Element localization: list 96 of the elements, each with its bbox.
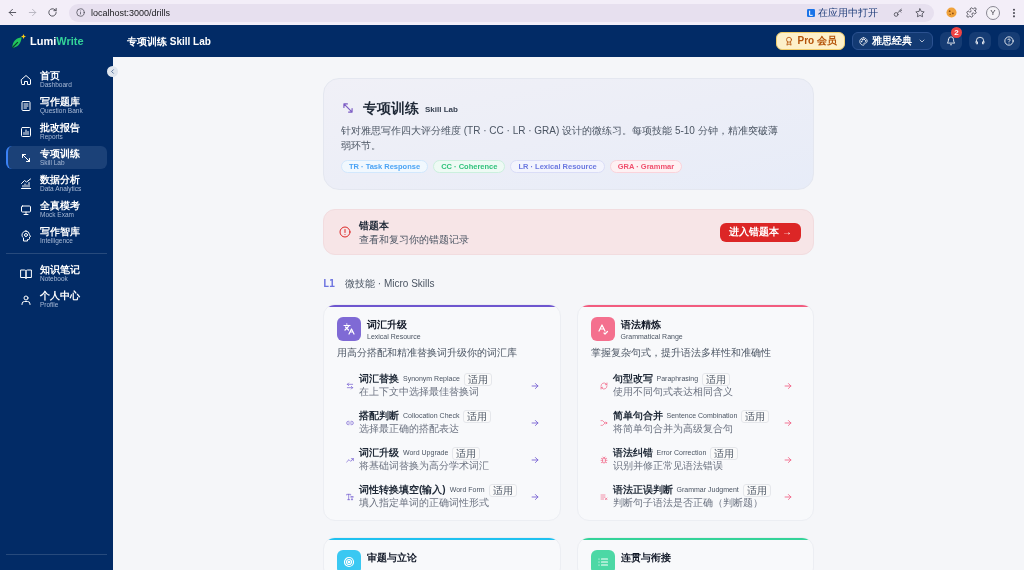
- logo-text: LumiWrite: [30, 34, 84, 48]
- open-mistake-book-button[interactable]: 进入错题本 →: [720, 222, 801, 242]
- drill-title: 语法纠错: [612, 447, 653, 459]
- mistake-book-description: 查看和复习你的错题记录: [359, 232, 469, 246]
- line-chart-icon: [20, 177, 32, 190]
- applicability-tag: 适用: [710, 446, 739, 460]
- bug-icon: [599, 455, 608, 464]
- url-text: localhost:3000/drills: [91, 6, 171, 19]
- cookie-icon[interactable]: [946, 7, 957, 18]
- drill-title: 语法正误判断: [612, 484, 673, 496]
- applicability-tag: 适用: [452, 446, 481, 460]
- profile-avatar[interactable]: Y: [986, 5, 1000, 20]
- list-cross-icon: [599, 492, 608, 501]
- applicability-tag: 适用: [463, 372, 492, 386]
- head-icon: [20, 229, 32, 242]
- help-icon: [1004, 36, 1014, 46]
- translate-icon: [337, 317, 361, 341]
- merge-arrows-icon: [599, 418, 608, 427]
- pro-member-button[interactable]: Pro 会员: [775, 32, 845, 50]
- applicability-tag: 适用: [488, 483, 517, 497]
- diagonal-arrows-icon: [341, 101, 355, 115]
- link-icon: [346, 418, 354, 427]
- star-icon[interactable]: [915, 7, 925, 18]
- arrow-right-icon[interactable]: [529, 380, 540, 391]
- app-icon: [807, 8, 815, 17]
- refresh-icon: [599, 381, 608, 390]
- hero-description: 针对雅思写作四大评分维度 (TR · CC · LR · GRA) 设计的微练习。每项技能 5-10 分钟，精准突破薄弱环节。: [341, 124, 779, 153]
- key-icon[interactable]: [893, 7, 903, 18]
- address-bar[interactable]: localhost:3000/drills 在应用中打开: [69, 3, 934, 22]
- bell-icon: [946, 36, 956, 46]
- open-in-app-button[interactable]: 在应用中打开: [804, 5, 881, 20]
- info-icon[interactable]: [76, 8, 85, 17]
- applicability-tag: 适用: [741, 409, 770, 423]
- drill-description: 将简单句合并为高级复合句: [612, 423, 734, 435]
- collapse-button[interactable]: [107, 66, 118, 77]
- drill-title: 词性转换填空(输入): [359, 484, 446, 496]
- headset-icon: [975, 36, 985, 46]
- drill-title: 搭配判断: [359, 410, 399, 422]
- drill-description: 判断句子语法是否正确（判断题）: [612, 497, 764, 509]
- arrow-right-icon[interactable]: [529, 454, 540, 465]
- text-size-icon: [346, 492, 354, 501]
- hero-title: 专项训练: [363, 99, 419, 117]
- reload-icon[interactable]: [47, 7, 58, 18]
- notifications-button[interactable]: [940, 32, 962, 50]
- monitor-icon: [20, 203, 32, 216]
- drill-description: 在上下文中选择最佳替换词: [359, 386, 480, 398]
- swap-arrows-icon: [346, 381, 354, 390]
- trending-up-icon: [346, 455, 354, 464]
- drill-title: 简单句合并: [612, 410, 663, 422]
- applicability-tag: 适用: [702, 372, 731, 386]
- palette-icon: [859, 36, 868, 46]
- card-description: 掌握复杂句式，提升语法多样性和准确性: [590, 347, 772, 359]
- document-icon: [20, 99, 32, 112]
- arrow-right-icon[interactable]: [783, 417, 793, 428]
- arrow-right-icon[interactable]: [529, 417, 540, 428]
- level-label: L1: [323, 277, 336, 290]
- home-icon: [20, 73, 32, 86]
- user-icon: [20, 293, 32, 306]
- drill-description: 将基础词替换为高分学术词汇: [359, 460, 489, 472]
- applicability-tag: 适用: [463, 409, 492, 423]
- exam-select[interactable]: 雅思经典: [852, 32, 933, 50]
- back-icon[interactable]: [7, 7, 18, 18]
- drill-description: 填入指定单词的正确词性形式: [359, 497, 490, 509]
- card-title: 审题与立论: [367, 551, 417, 564]
- hero-subtitle: Skill Lab: [425, 105, 458, 115]
- mistake-book-title: 错题本: [359, 218, 390, 232]
- help-button[interactable]: [998, 32, 1020, 50]
- spell-check-icon: [590, 317, 615, 341]
- drill-description: 选择最正确的搭配表达: [359, 423, 460, 435]
- notification-badge: 2: [951, 27, 962, 38]
- alert-icon: [339, 226, 351, 238]
- bar-chart-icon: [20, 125, 32, 138]
- section-title: 微技能 · Micro Skills: [345, 277, 435, 290]
- card-title: 连贯与衔接: [620, 551, 671, 564]
- drill-title: 词汇升级: [359, 447, 399, 459]
- card-description: 用高分搭配和精准替换词升级你的词汇库: [337, 347, 518, 359]
- drill-title: 词汇替换: [359, 373, 399, 385]
- page-title: 专项训练 Skill Lab: [127, 34, 211, 48]
- puzzle-icon[interactable]: [966, 7, 977, 18]
- support-button[interactable]: [969, 32, 991, 50]
- drill-title: 句型改写: [612, 373, 653, 385]
- card-title: 词汇升级: [367, 318, 408, 331]
- chevron-left-icon: [109, 68, 116, 75]
- applicability-tag: 适用: [742, 483, 771, 497]
- logo-icon: [11, 33, 26, 49]
- arrow-right-icon[interactable]: [529, 491, 540, 502]
- award-icon: [783, 36, 794, 46]
- chevron-down-icon: [918, 37, 926, 45]
- open-book-icon: [20, 267, 32, 280]
- arrow-right-icon[interactable]: [783, 380, 793, 391]
- drill-description: 识别并修正常见语法错误: [612, 460, 724, 472]
- diagonal-arrows-icon: [20, 151, 32, 164]
- arrow-right-icon[interactable]: [783, 491, 793, 502]
- arrow-right-icon[interactable]: [783, 454, 793, 465]
- card-title: 语法精炼: [620, 318, 662, 331]
- drill-description: 使用不同句式表达相同含义: [612, 386, 733, 398]
